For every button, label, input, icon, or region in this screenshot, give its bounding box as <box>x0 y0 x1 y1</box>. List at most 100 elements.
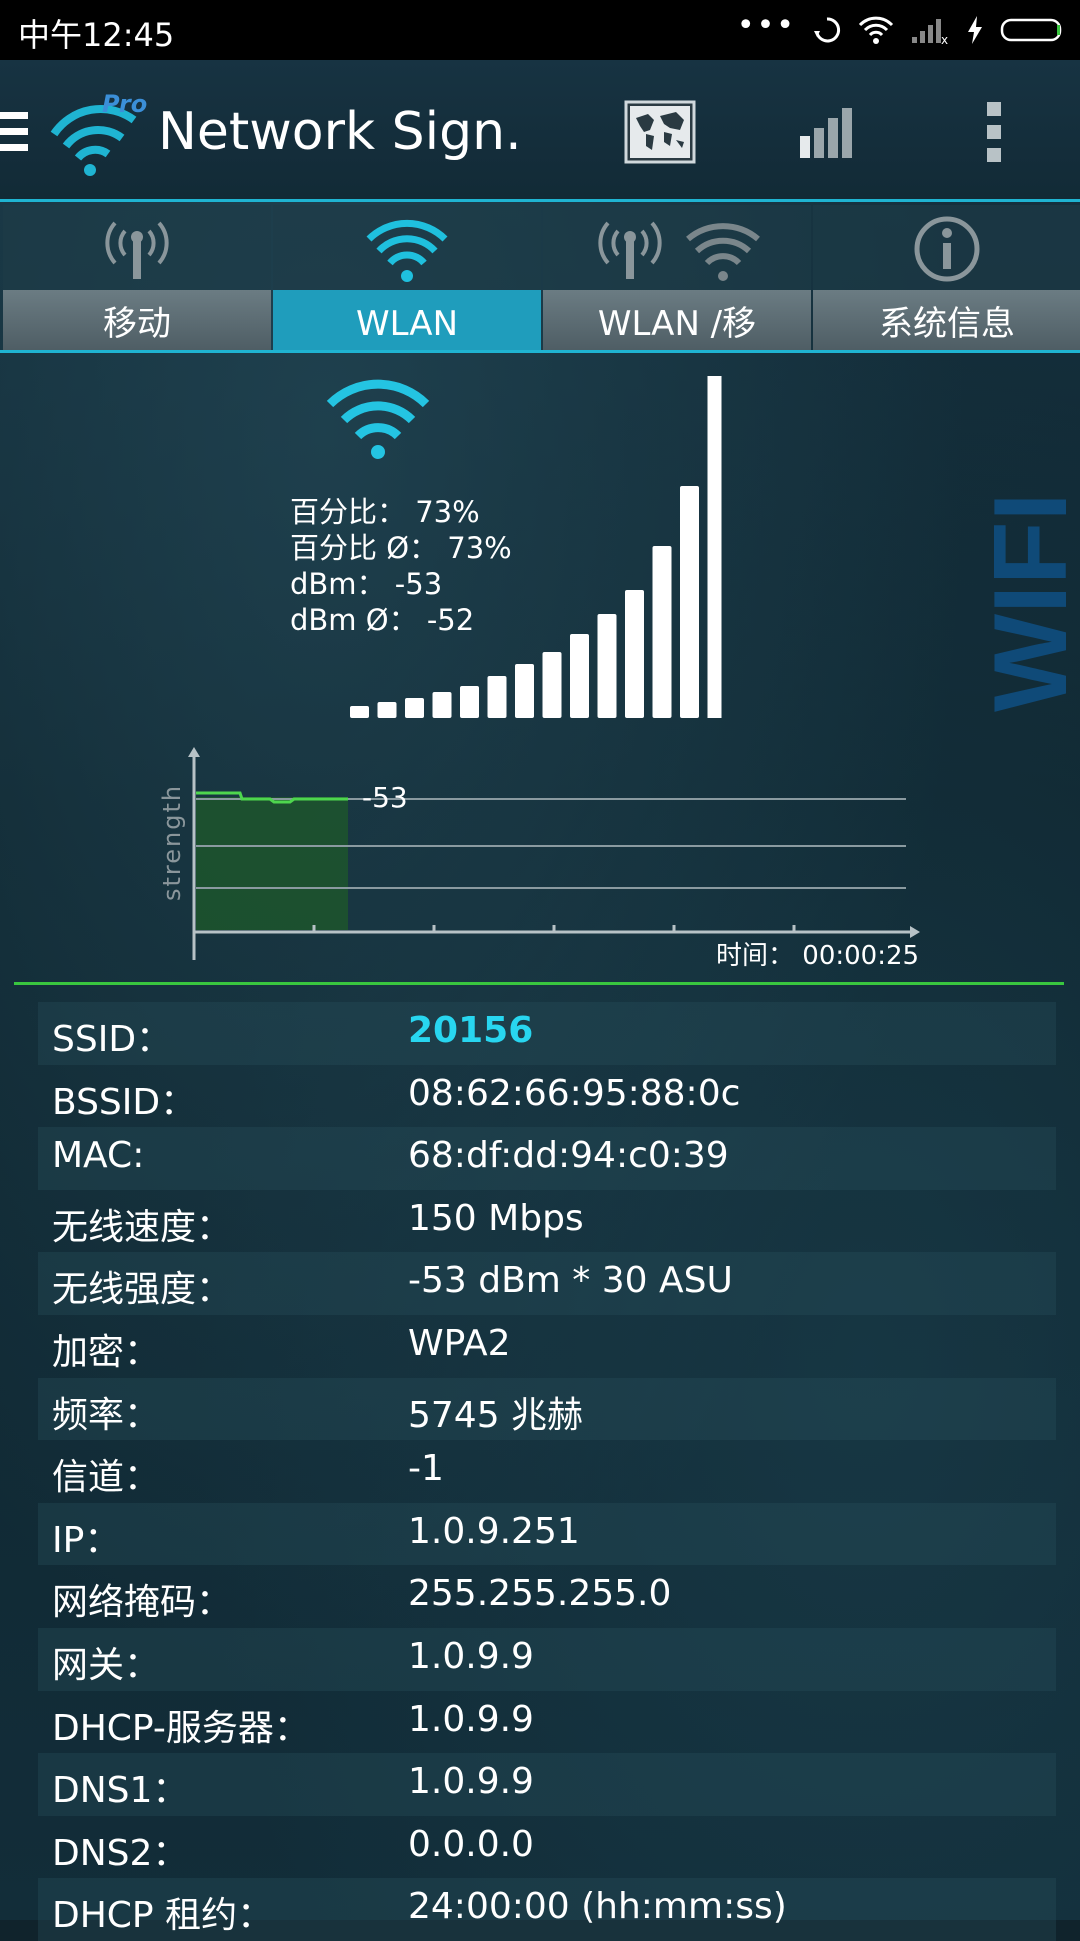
info-row: 网关： 1.0.9.9 <box>38 1627 1056 1691</box>
signal-bar <box>460 686 479 718</box>
wifi-watermark-text: WIFI <box>978 493 1078 712</box>
info-key: 无线强度： <box>52 1269 233 1311</box>
tab-underline <box>0 350 1080 353</box>
battery-icon <box>1000 18 1062 42</box>
info-row: MAC: 68:df:dd:94:c0:39 <box>38 1127 1056 1190</box>
charging-icon <box>968 16 982 44</box>
signal-bar <box>625 590 644 718</box>
graph-time-label: 时间： 00:00:25 <box>716 935 919 972</box>
info-value: 1.0.9.9 <box>408 1635 534 1677</box>
graph-axis-label: strength <box>158 784 186 901</box>
tower-and-wifi-icon <box>598 221 760 281</box>
info-row: 加密： WPA2 <box>38 1315 1056 1378</box>
info-key: 频率： <box>52 1394 161 1436</box>
signal-bar <box>542 652 562 718</box>
tab-bar: 移动 WLAN WLAN /移 系统信息 <box>0 205 1080 353</box>
cell-tower-icon <box>105 221 169 279</box>
info-key: 无线速度： <box>52 1206 233 1248</box>
info-key: BSSID： <box>52 1081 197 1123</box>
info-value: 255.255.255.0 <box>408 1573 672 1615</box>
info-row: 无线速度： 150 Mbps <box>38 1190 1056 1253</box>
info-value: 5745 兆赫 <box>408 1394 584 1436</box>
info-row: 网络掩码： 255.255.255.0 <box>38 1565 1056 1628</box>
info-row: DNS1： 1.0.9.9 <box>38 1753 1056 1816</box>
info-key: DHCP-服务器： <box>52 1707 310 1749</box>
time-label: 时间： <box>716 941 795 971</box>
app-title: Network Sign. <box>158 102 522 162</box>
info-row: DNS2： 0.0.0.0 <box>38 1816 1056 1879</box>
info-value: -1 <box>408 1448 444 1490</box>
signal-bar <box>597 614 617 718</box>
info-value: 68:df:dd:94:c0:39 <box>408 1135 729 1177</box>
tab-label: 移动 <box>3 290 271 353</box>
info-row: SSID： 20156 <box>38 1002 1056 1065</box>
info-key: 网关： <box>52 1644 161 1686</box>
info-key: DNS1： <box>52 1770 189 1812</box>
signal-strength-bars <box>350 376 722 718</box>
info-value: WPA2 <box>408 1322 511 1364</box>
signal-bars-icon[interactable] <box>798 102 858 162</box>
tab-label: WLAN <box>273 290 541 353</box>
wifi-info-table: SSID： 20156 BSSID： 08:62:66:95:88:0c MAC: 68:… <box>38 1002 1056 1941</box>
info-value: 0.0.0.0 <box>408 1823 534 1865</box>
info-key: DNS2： <box>52 1832 189 1874</box>
info-row: 信道： -1 <box>38 1440 1056 1503</box>
app-logo: Pro <box>50 90 150 180</box>
section-divider <box>14 982 1064 985</box>
svg-text:x: x <box>941 33 948 45</box>
info-key: 网络掩码： <box>52 1582 233 1624</box>
time-value: 00:00:25 <box>802 941 920 971</box>
signal-bar <box>515 664 534 718</box>
overflow-menu-icon[interactable] <box>985 100 1005 164</box>
wifi-icon <box>366 219 448 282</box>
signal-bar <box>680 486 699 718</box>
info-key: 信道： <box>52 1457 161 1499</box>
info-row: BSSID： 08:62:66:95:88:0c <box>38 1065 1056 1128</box>
signal-bar <box>570 634 589 718</box>
wifi-icon <box>858 16 894 44</box>
info-icon <box>914 216 980 282</box>
info-key: DHCP 租约： <box>52 1895 274 1937</box>
menu-icon[interactable] <box>0 108 30 158</box>
pro-badge: Pro <box>102 90 148 118</box>
tab-mobile[interactable]: 移动 <box>3 205 271 353</box>
info-value: 24:00:00 (hh:mm:ss) <box>408 1886 787 1928</box>
status-bar: 中午12:45 ••• x <box>0 0 1080 60</box>
app-bar: Pro Network Sign. <box>0 60 1080 202</box>
world-map-icon[interactable] <box>624 100 696 164</box>
info-key: SSID： <box>52 1019 173 1060</box>
info-row: DHCP-服务器： 1.0.9.9 <box>38 1691 1056 1754</box>
signal-bar <box>652 546 672 718</box>
tab-wlan-mobile[interactable]: WLAN /移 <box>543 205 811 353</box>
status-icons: ••• x <box>737 10 1066 50</box>
app-bar-divider <box>0 199 1080 202</box>
info-row: 无线强度： -53 dBm * 30 ASU <box>38 1252 1056 1315</box>
info-key: MAC: <box>52 1135 145 1177</box>
signal-bar <box>350 706 369 718</box>
signal-bar-track <box>707 376 722 718</box>
info-value: 20156 <box>408 1010 534 1051</box>
signal-bar <box>487 676 507 718</box>
tab-label: 系统信息 <box>813 290 1080 353</box>
wifi-watermark: WIFI <box>978 493 1078 712</box>
info-row: IP： 1.0.9.251 <box>38 1502 1056 1566</box>
info-key: IP： <box>52 1519 121 1561</box>
info-value: 1.0.9.9 <box>408 1698 534 1740</box>
tab-label: WLAN /移 <box>543 290 811 353</box>
tab-wlan[interactable]: WLAN <box>273 205 541 353</box>
cell-signal-icon: x <box>912 19 948 45</box>
signal-bar <box>377 702 397 718</box>
graph-current-value: -53 <box>362 781 408 814</box>
info-value: 1.0.9.9 <box>408 1761 534 1803</box>
more-notifications-icon: ••• <box>736 8 796 43</box>
info-value: 150 Mbps <box>408 1197 584 1239</box>
tab-system-info[interactable]: 系统信息 <box>813 205 1080 353</box>
info-value: -53 dBm * 30 ASU <box>408 1260 733 1302</box>
signal-bar <box>432 692 452 718</box>
info-key: 加密： <box>52 1331 161 1373</box>
info-value: 08:62:66:95:88:0c <box>408 1072 741 1114</box>
info-row: 频率： 5745 兆赫 <box>38 1377 1056 1441</box>
signal-bar <box>405 698 424 718</box>
info-row: DHCP 租约： 24:00:00 (hh:mm:ss) <box>38 1878 1056 1941</box>
info-value: 1.0.9.251 <box>408 1510 580 1552</box>
